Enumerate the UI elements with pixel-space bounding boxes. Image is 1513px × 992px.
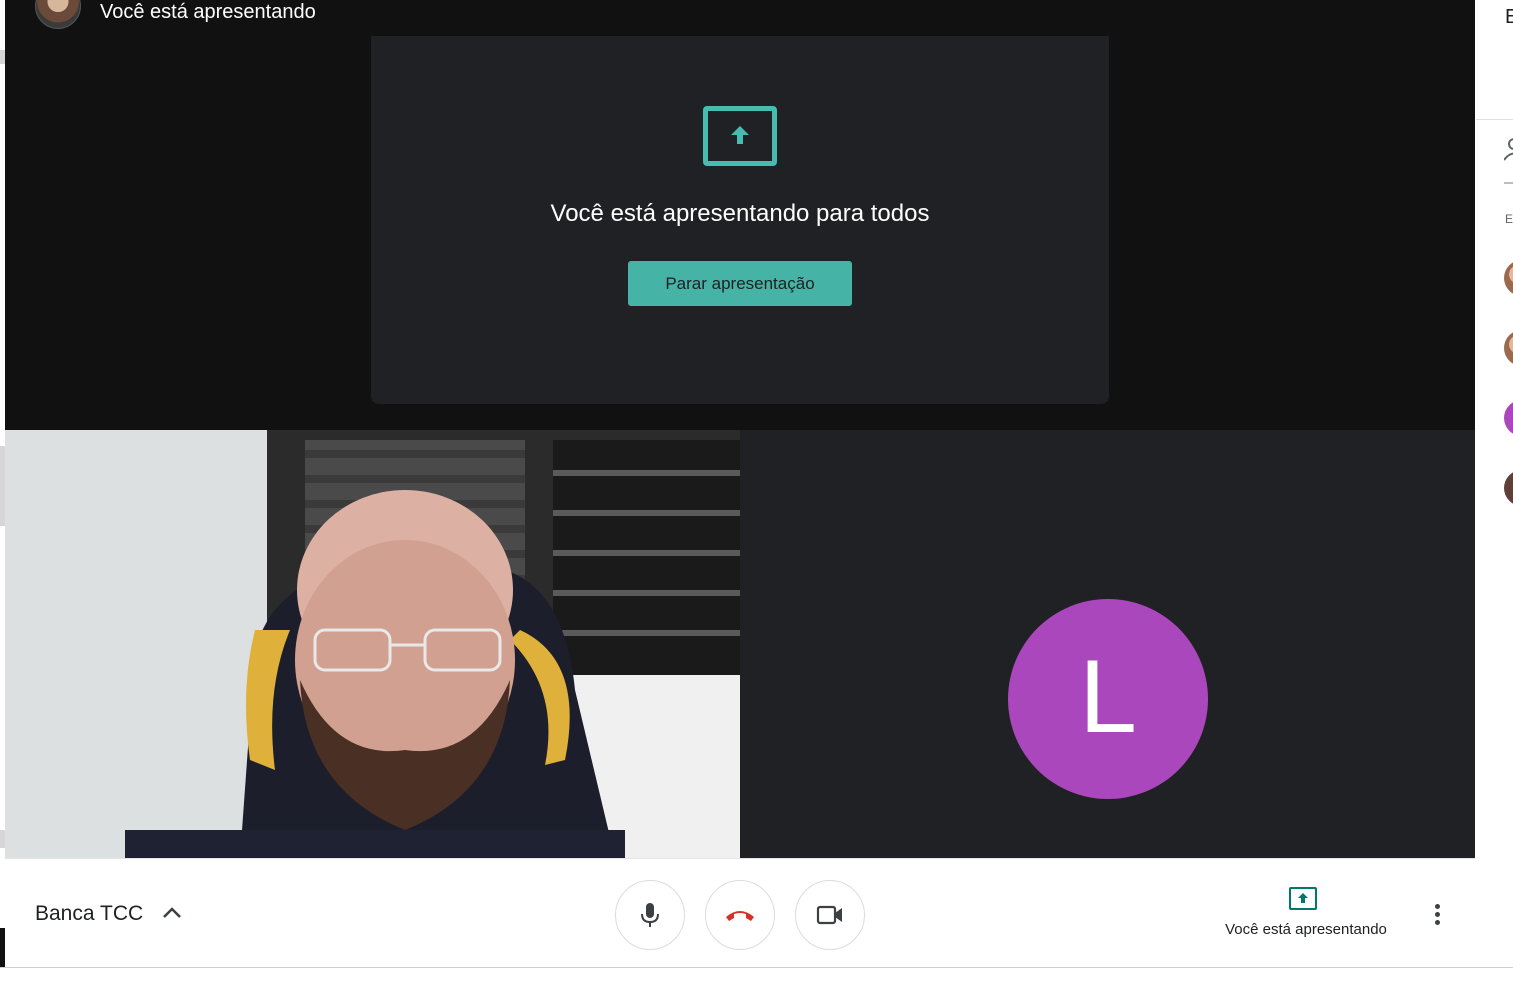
meeting-title[interactable]: Banca TCC: [35, 902, 143, 926]
presenter-label: Você está apresentando: [100, 0, 316, 23]
presenting-status-label: Você está apresentando: [1225, 921, 1387, 938]
chevron-up-icon[interactable]: [162, 905, 182, 924]
phone-hang-up-icon: [726, 911, 754, 921]
side-panel: E E: [1476, 0, 1513, 968]
participant-avatar[interactable]: [1504, 330, 1513, 366]
presentation-title: Você está apresentando para todos: [550, 200, 930, 227]
meeting-stage: Você está apresentando Você está apresen…: [5, 0, 1475, 858]
meeting-controls-bar: Banca TCC Você está apresentando: [5, 858, 1475, 968]
side-panel-tab-indicator: [1504, 182, 1513, 184]
presenting-status-button[interactable]: Você está apresentando: [1201, 885, 1411, 945]
participant-avatar[interactable]: [1504, 400, 1513, 436]
microphone-button[interactable]: [615, 880, 685, 950]
side-panel-section-label: E: [1505, 212, 1513, 226]
participant-video-tile: [5, 430, 740, 858]
presenter-header: Você está apresentando: [35, 0, 316, 30]
participant-avatar[interactable]: [1504, 470, 1513, 506]
participant-video: [5, 430, 740, 858]
participant-initial-avatar: L: [1008, 599, 1208, 799]
present-to-all-icon: [1289, 887, 1317, 910]
people-icon[interactable]: [1504, 136, 1513, 162]
presentation-card: Você está apresentando para todos Parar …: [371, 36, 1109, 404]
present-to-all-icon: [703, 106, 777, 166]
meet-window: Você está apresentando Você está apresen…: [0, 0, 1513, 992]
participant-avatar-tile: L: [740, 430, 1475, 858]
microphone-icon: [641, 903, 659, 927]
video-camera-icon: [816, 905, 842, 925]
window-bottom-border: [0, 967, 1513, 968]
participant-avatar[interactable]: [1504, 260, 1513, 296]
more-options-icon[interactable]: [1425, 901, 1449, 931]
stop-presenting-button[interactable]: Parar apresentação: [628, 261, 852, 306]
presenter-avatar: [35, 0, 81, 29]
camera-button[interactable]: [795, 880, 865, 950]
side-panel-divider: [1476, 119, 1513, 120]
hang-up-button[interactable]: [705, 880, 775, 950]
side-panel-heading: E: [1505, 6, 1513, 28]
